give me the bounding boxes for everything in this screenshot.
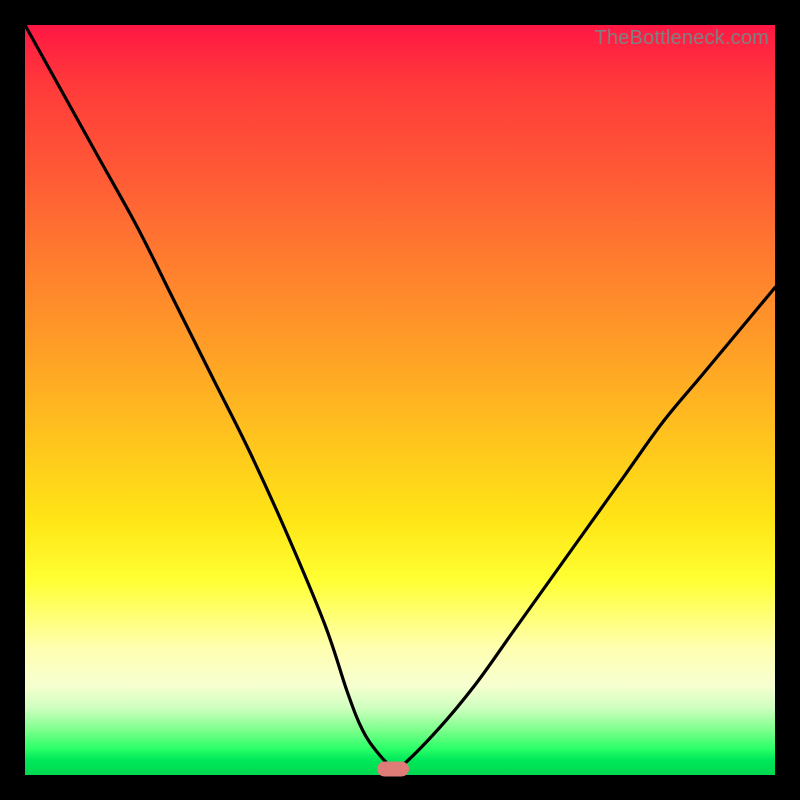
plot-area: TheBottleneck.com [25,25,775,775]
chart-frame: TheBottleneck.com [0,0,800,800]
optimal-point-marker [377,762,409,777]
attribution-watermark: TheBottleneck.com [594,27,769,50]
bottleneck-curve [25,25,775,775]
